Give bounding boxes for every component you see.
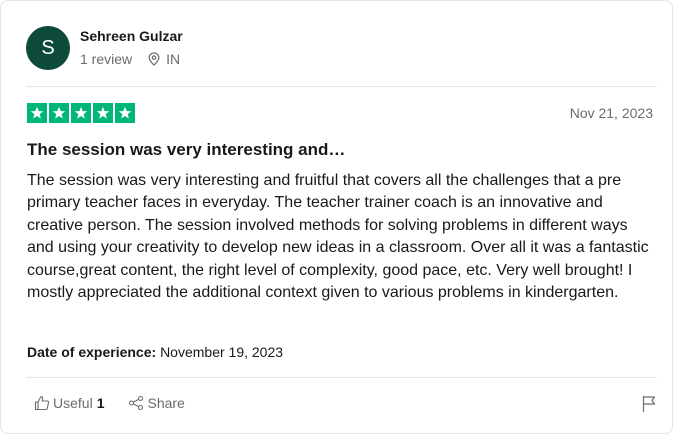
flag-icon — [642, 396, 656, 412]
star-rating — [27, 103, 135, 123]
thumbs-up-icon — [34, 395, 50, 411]
share-label: Share — [147, 395, 185, 411]
avatar-initial: S — [41, 36, 55, 59]
consumer-info: Sehreen Gulzar 1 review IN — [80, 27, 183, 68]
star-icon — [115, 103, 135, 123]
useful-count: 1 — [96, 395, 105, 411]
experience-date: November 19, 2023 — [160, 344, 284, 360]
star-icon — [49, 103, 69, 123]
review-date: Nov 21, 2023 — [569, 105, 653, 121]
report-button[interactable] — [641, 395, 657, 418]
useful-label: Useful — [53, 395, 93, 411]
review-card: S Sehreen Gulzar 1 review IN Nov 21, 202… — [0, 0, 673, 434]
review-title[interactable]: The session was very interesting and… — [27, 139, 345, 161]
consumer-location: IN — [148, 50, 180, 68]
useful-button[interactable]: Useful 1 — [34, 395, 104, 411]
consumer-header: S Sehreen Gulzar 1 review IN — [26, 26, 183, 70]
avatar[interactable]: S — [26, 26, 70, 70]
experience-label: Date of experience: — [27, 344, 157, 360]
country-code: IN — [166, 50, 181, 67]
star-icon — [71, 103, 91, 123]
divider — [26, 86, 657, 87]
share-icon — [129, 395, 144, 411]
date-of-experience: Date of experience: November 19, 2023 — [27, 344, 283, 361]
divider — [26, 377, 657, 378]
star-icon — [27, 103, 47, 123]
consumer-name[interactable]: Sehreen Gulzar — [80, 27, 183, 45]
review-body: The session was very interesting and fru… — [27, 172, 649, 302]
share-button[interactable]: Share — [128, 395, 185, 411]
star-icon — [93, 103, 113, 123]
review-actions: Useful 1 Share — [34, 395, 185, 411]
consumer-meta: 1 review IN — [80, 50, 183, 68]
review-count: 1 review — [80, 50, 133, 67]
location-pin-icon — [148, 51, 160, 66]
